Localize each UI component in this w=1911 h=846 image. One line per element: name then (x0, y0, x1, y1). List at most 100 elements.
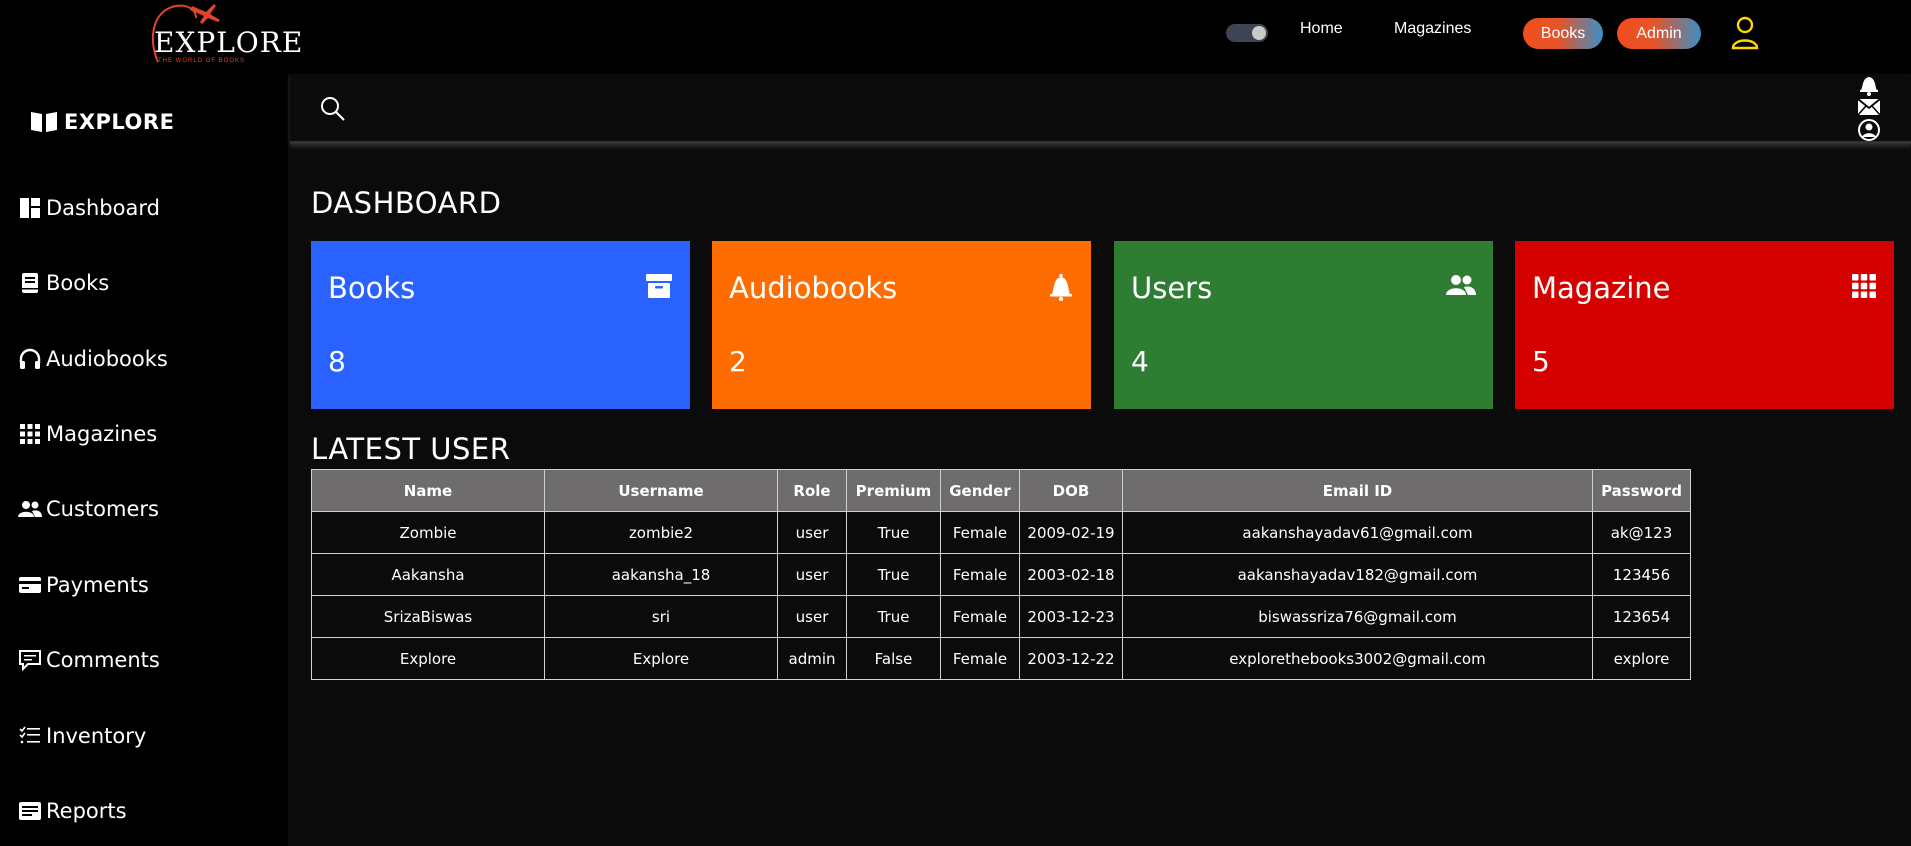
sidebar-item-label: Reports (46, 799, 127, 823)
cell-name: Explore (311, 637, 545, 680)
header-search-bar (290, 74, 1911, 144)
cell-dob: 2003-12-23 (1019, 595, 1123, 638)
cell-email: aakanshayadav61@gmail.com (1122, 511, 1593, 554)
cell-role: admin (777, 637, 847, 680)
column-header-email[interactable]: Email ID (1122, 469, 1593, 512)
cell-premium: True (846, 553, 941, 596)
sidebar-item-reports[interactable]: Reports (18, 799, 127, 823)
cell-username: aakansha_18 (544, 553, 778, 596)
cell-name: Aakansha (311, 553, 545, 596)
column-header-username[interactable]: Username (544, 469, 778, 512)
logo-wordmark: EXPLORE (154, 26, 304, 59)
cell-dob: 2009-02-19 (1019, 511, 1123, 554)
sidebar-item-label: Comments (46, 648, 160, 672)
column-header-name[interactable]: Name (311, 469, 545, 512)
stat-card-count: 8 (328, 345, 346, 378)
cell-premium: True (846, 595, 941, 638)
account-circle-icon[interactable] (1857, 118, 1881, 142)
cell-gender: Female (940, 511, 1020, 554)
column-header-premium[interactable]: Premium (846, 469, 941, 512)
stat-card-count: 5 (1532, 345, 1550, 378)
cell-name: Zombie (311, 511, 545, 554)
comment-icon (19, 650, 41, 672)
cell-email: aakanshayadav182@gmail.com (1122, 553, 1593, 596)
page-title: DASHBOARD (311, 186, 502, 220)
cell-premium: False (846, 637, 941, 680)
sidebar-item-dashboard[interactable]: Dashboard (18, 196, 160, 220)
table-row[interactable]: SrizaBiswas sri user True Female 2003-12… (311, 595, 1691, 638)
stat-card-books[interactable]: Books 8 (311, 241, 690, 409)
column-header-role[interactable]: Role (777, 469, 847, 512)
header-action-icons (1854, 74, 1884, 143)
column-header-gender[interactable]: Gender (940, 469, 1020, 512)
cell-email: biswassriza76@gmail.com (1122, 595, 1593, 638)
table-row[interactable]: Zombie zombie2 user True Female 2009-02-… (311, 511, 1691, 554)
column-header-dob[interactable]: DOB (1019, 469, 1123, 512)
sidebar-item-label: Payments (46, 573, 149, 597)
sidebar-item-magazines[interactable]: Magazines (18, 422, 157, 446)
open-book-icon (31, 112, 57, 132)
top-navbar: EXPLORE THE WORLD OF BOOKS Home Magazine… (0, 0, 1911, 74)
stat-card-users[interactable]: Users 4 (1114, 241, 1493, 409)
sidebar-brand[interactable]: EXPLORE (30, 110, 174, 134)
stat-card-title: Magazine (1532, 271, 1671, 305)
theme-toggle[interactable] (1226, 24, 1268, 42)
cell-dob: 2003-02-18 (1019, 553, 1123, 596)
table-row[interactable]: Explore Explore admin False Female 2003-… (311, 637, 1691, 680)
grid-icon (1851, 273, 1877, 303)
dashboard-icon (20, 198, 40, 218)
bell-icon (1048, 273, 1074, 305)
sidebar-item-label: Dashboard (46, 196, 160, 220)
cell-password: 123456 (1592, 553, 1691, 596)
sidebar: EXPLORE Dashboard Books Audiobooks Magaz… (0, 74, 288, 846)
stat-card-audiobooks[interactable]: Audiobooks 2 (712, 241, 1091, 409)
sidebar-item-comments[interactable]: Comments (18, 648, 160, 672)
nav-home-link[interactable]: Home (1300, 20, 1343, 38)
users-icon (1446, 273, 1476, 301)
sidebar-item-inventory[interactable]: Inventory (18, 724, 146, 748)
card-icon (19, 577, 41, 593)
mail-icon[interactable] (1857, 97, 1881, 117)
sidebar-item-label: Magazines (46, 422, 158, 446)
cell-dob: 2003-12-22 (1019, 637, 1123, 680)
cell-role: user (777, 511, 847, 554)
sidebar-item-books[interactable]: Books (18, 271, 109, 295)
cell-gender: Female (940, 637, 1020, 680)
sidebar-item-payments[interactable]: Payments (18, 573, 149, 597)
table-row[interactable]: Aakansha aakansha_18 user True Female 20… (311, 553, 1691, 596)
column-header-password[interactable]: Password (1592, 469, 1691, 512)
logo-tagline: THE WORLD OF BOOKS (158, 58, 246, 64)
sidebar-item-customers[interactable]: Customers (18, 497, 159, 521)
stat-card-title: Books (328, 271, 416, 305)
cell-email: explorethebooks3002@gmail.com (1122, 637, 1593, 680)
user-profile-icon[interactable] (1731, 16, 1759, 54)
cell-username: zombie2 (544, 511, 778, 554)
cell-gender: Female (940, 595, 1020, 638)
stat-card-title: Audiobooks (729, 271, 898, 305)
table-header-row: Name Username Role Premium Gender DOB Em… (311, 469, 1691, 512)
stat-card-magazine[interactable]: Magazine 5 (1515, 241, 1894, 409)
list-icon (19, 726, 40, 744)
admin-button[interactable]: Admin (1617, 18, 1701, 49)
stat-card-count: 2 (729, 345, 747, 378)
nav-magazines-link[interactable]: Magazines (1394, 20, 1471, 38)
cell-password: ak@123 (1592, 511, 1691, 554)
grid-icon (20, 424, 40, 444)
cell-role: user (777, 553, 847, 596)
cell-name: SrizaBiswas (311, 595, 545, 638)
explore-logo[interactable]: EXPLORE THE WORLD OF BOOKS (146, 0, 302, 70)
books-button[interactable]: Books (1523, 18, 1603, 49)
sidebar-item-audiobooks[interactable]: Audiobooks (18, 347, 168, 371)
sidebar-item-label: Inventory (46, 724, 147, 748)
latest-users-table: Name Username Role Premium Gender DOB Em… (311, 469, 1691, 680)
search-icon[interactable] (320, 96, 346, 126)
cell-gender: Female (940, 553, 1020, 596)
latest-user-heading: LATEST USER (311, 432, 511, 466)
sidebar-item-label: Audiobooks (46, 347, 168, 371)
cell-role: user (777, 595, 847, 638)
book-icon (22, 273, 38, 293)
cell-password: 123654 (1592, 595, 1691, 638)
sidebar-item-label: Books (46, 271, 110, 295)
bell-icon[interactable] (1857, 74, 1881, 96)
users-icon (18, 501, 42, 517)
